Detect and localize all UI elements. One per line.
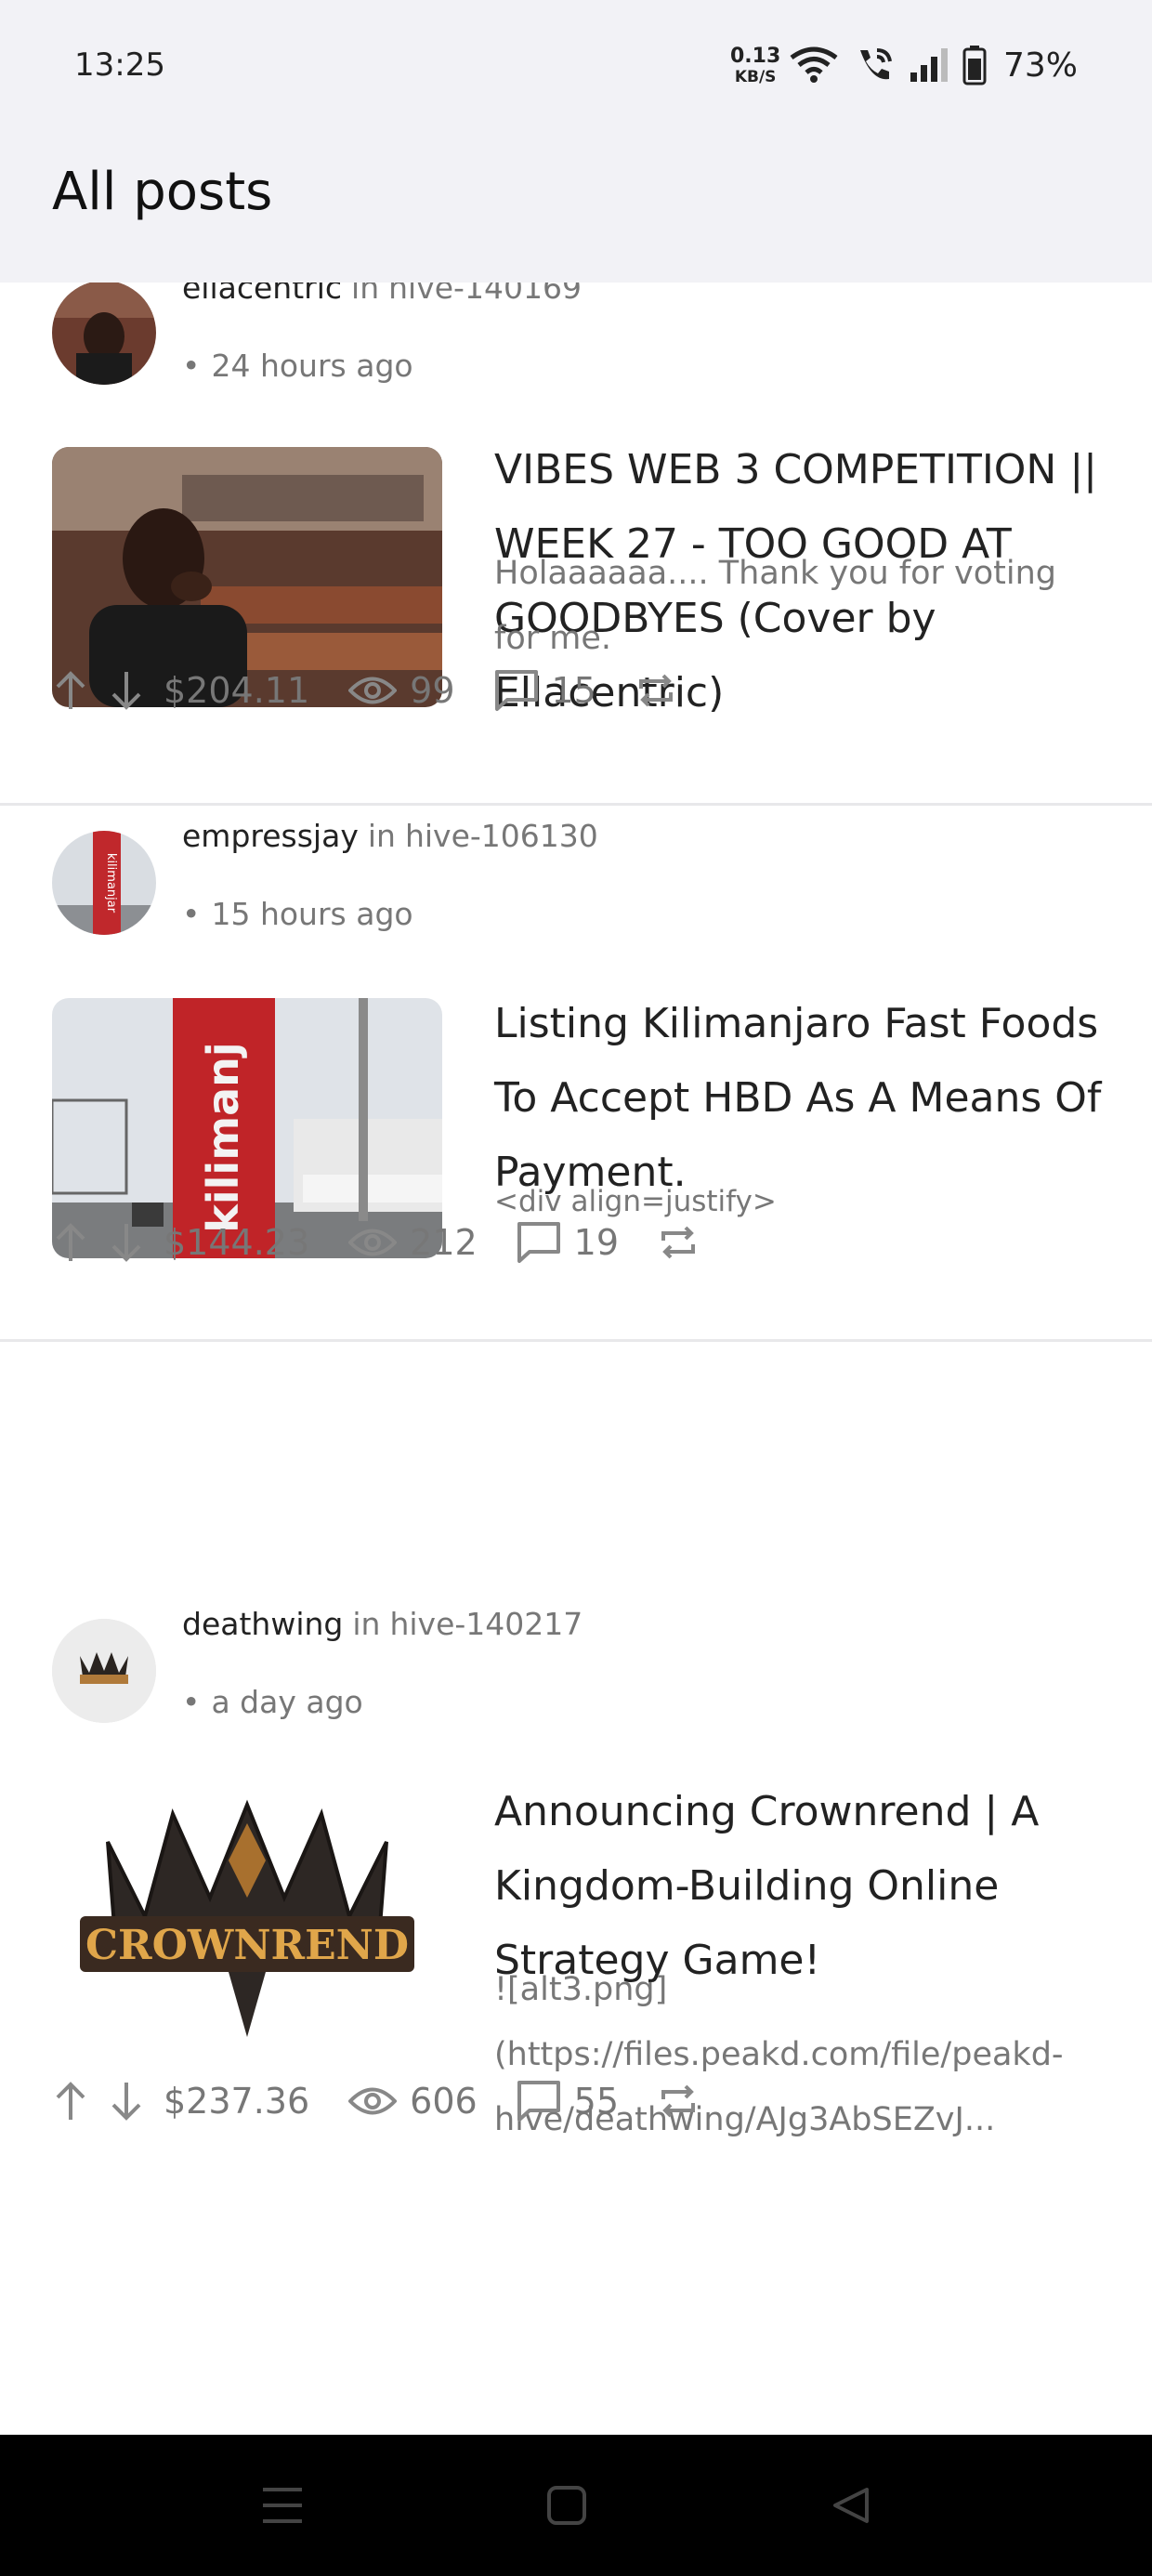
comment-icon[interactable] <box>494 669 539 712</box>
views-group: 212 <box>348 1222 478 1263</box>
comments-group[interactable]: 19 <box>517 1221 619 1264</box>
battery-icon <box>962 46 987 85</box>
thumbnail-sign-text: kilimanj <box>198 1042 248 1232</box>
author-avatar[interactable] <box>52 283 156 385</box>
community-name[interactable]: hive-140169 <box>388 283 582 306</box>
views-count: 606 <box>410 2081 478 2122</box>
author-name[interactable]: empressjay <box>182 818 359 854</box>
post-excerpt[interactable]: Holaaaaaa.... Thank you for voting for m… <box>494 541 1080 671</box>
eye-icon <box>348 677 398 704</box>
post-time-text: 24 hours ago <box>211 348 413 384</box>
in-label: in <box>352 1606 381 1642</box>
network-speed: 0.13 KB/S <box>730 46 780 87</box>
post-actions: $237.36 606 55 <box>52 2080 699 2123</box>
menu-nav-button[interactable] <box>247 2470 318 2541</box>
comments-count: 55 <box>573 2081 620 2122</box>
post-time: • 15 hours ago <box>182 896 413 932</box>
status-icons: 73% <box>788 45 1078 85</box>
reblog-icon[interactable] <box>658 2081 699 2122</box>
post-actions: $144.23 212 19 <box>52 1221 699 1264</box>
views-count: 212 <box>410 1222 478 1263</box>
system-navigation-bar <box>0 2435 1152 2576</box>
wifi-icon <box>790 46 838 83</box>
post-thumbnail[interactable]: CROWNREND <box>52 1786 442 2046</box>
in-label: in <box>367 818 396 854</box>
network-speed-unit: KB/S <box>734 68 777 86</box>
post-time: • 24 hours ago <box>182 348 413 384</box>
signal-icon <box>910 48 948 82</box>
post-card[interactable]: ellacentric in hive-140169 • 24 hours ago V… <box>0 283 1152 806</box>
comments-count: 19 <box>573 1222 620 1263</box>
payout-value: $204.11 <box>164 670 310 711</box>
post-divider <box>0 803 1152 806</box>
post-divider <box>0 1339 1152 1342</box>
post-actions: $204.11 99 15 <box>52 669 676 712</box>
author-name[interactable]: deathwing <box>182 1606 343 1642</box>
crownrend-logo-text: CROWNREND <box>85 1922 409 1969</box>
payout-group[interactable]: $204.11 <box>164 670 309 711</box>
eye-icon <box>348 1229 398 1256</box>
upvote-icon[interactable] <box>52 2081 89 2122</box>
comments-group[interactable]: 55 <box>517 2080 619 2123</box>
payout-value: $144.23 <box>164 1222 310 1263</box>
back-nav-button[interactable] <box>816 2470 886 2541</box>
status-bar: 13:25 0.13 KB/S 73% <box>0 0 1152 134</box>
app-bar: All posts <box>0 134 1152 283</box>
reblog-icon[interactable] <box>658 1222 699 1263</box>
home-nav-button[interactable] <box>531 2470 602 2541</box>
comment-icon[interactable] <box>517 2080 561 2123</box>
author-avatar[interactable]: kilimanjar <box>52 831 156 935</box>
post-excerpt[interactable]: ![alt3.png](https://files.peakd.com/file… <box>494 1957 1080 2152</box>
author-avatar[interactable] <box>52 1619 156 1723</box>
downvote-icon[interactable] <box>108 670 145 711</box>
post-time-text: 15 hours ago <box>211 896 413 932</box>
post-thumbnail[interactable]: kilimanj <box>52 998 442 1258</box>
payout-value: $237.36 <box>164 2081 310 2122</box>
post-card[interactable]: deathwing in hive-140217 • a day ago CROWNR… <box>0 1606 1152 2435</box>
author-line: ellacentric in hive-140169 <box>182 283 582 306</box>
post-time-text: a day ago <box>211 1684 363 1720</box>
status-time: 13:25 <box>74 46 165 84</box>
views-count: 99 <box>410 670 455 711</box>
comments-group[interactable]: 15 <box>494 669 596 712</box>
eye-icon <box>348 2087 398 2115</box>
battery-percentage: 73% <box>1003 46 1079 85</box>
network-speed-value: 0.13 <box>730 45 781 68</box>
views-group: 606 <box>348 2081 478 2122</box>
post-time: • a day ago <box>182 1684 363 1720</box>
home-square-icon <box>547 2486 586 2525</box>
community-name[interactable]: hive-140217 <box>389 1606 583 1642</box>
author-line: empressjay in hive-106130 <box>182 818 598 854</box>
comment-icon[interactable] <box>517 1221 561 1264</box>
community-name[interactable]: hive-106130 <box>405 818 598 854</box>
payout-group[interactable]: $144.23 <box>164 1222 309 1263</box>
views-group: 99 <box>348 670 455 711</box>
comments-count: 15 <box>551 670 596 711</box>
menu-icon <box>263 2488 302 2523</box>
avatar-sign-text: kilimanjar <box>104 853 118 913</box>
posts-feed[interactable]: ellacentric in hive-140169 • 24 hours ago V… <box>0 283 1152 2435</box>
downvote-icon[interactable] <box>108 2081 145 2122</box>
post-thumbnail[interactable] <box>52 447 442 707</box>
reblog-icon[interactable] <box>635 670 676 711</box>
in-label: in <box>351 283 380 306</box>
payout-group[interactable]: $237.36 <box>164 2081 309 2122</box>
upvote-icon[interactable] <box>52 1222 89 1263</box>
upvote-icon[interactable] <box>52 670 89 711</box>
page-title: All posts <box>52 162 273 222</box>
author-name[interactable]: ellacentric <box>182 283 342 306</box>
downvote-icon[interactable] <box>108 1222 145 1263</box>
back-triangle-icon <box>833 2488 869 2523</box>
wifi-calling-icon <box>860 48 892 80</box>
author-line: deathwing in hive-140217 <box>182 1606 583 1642</box>
